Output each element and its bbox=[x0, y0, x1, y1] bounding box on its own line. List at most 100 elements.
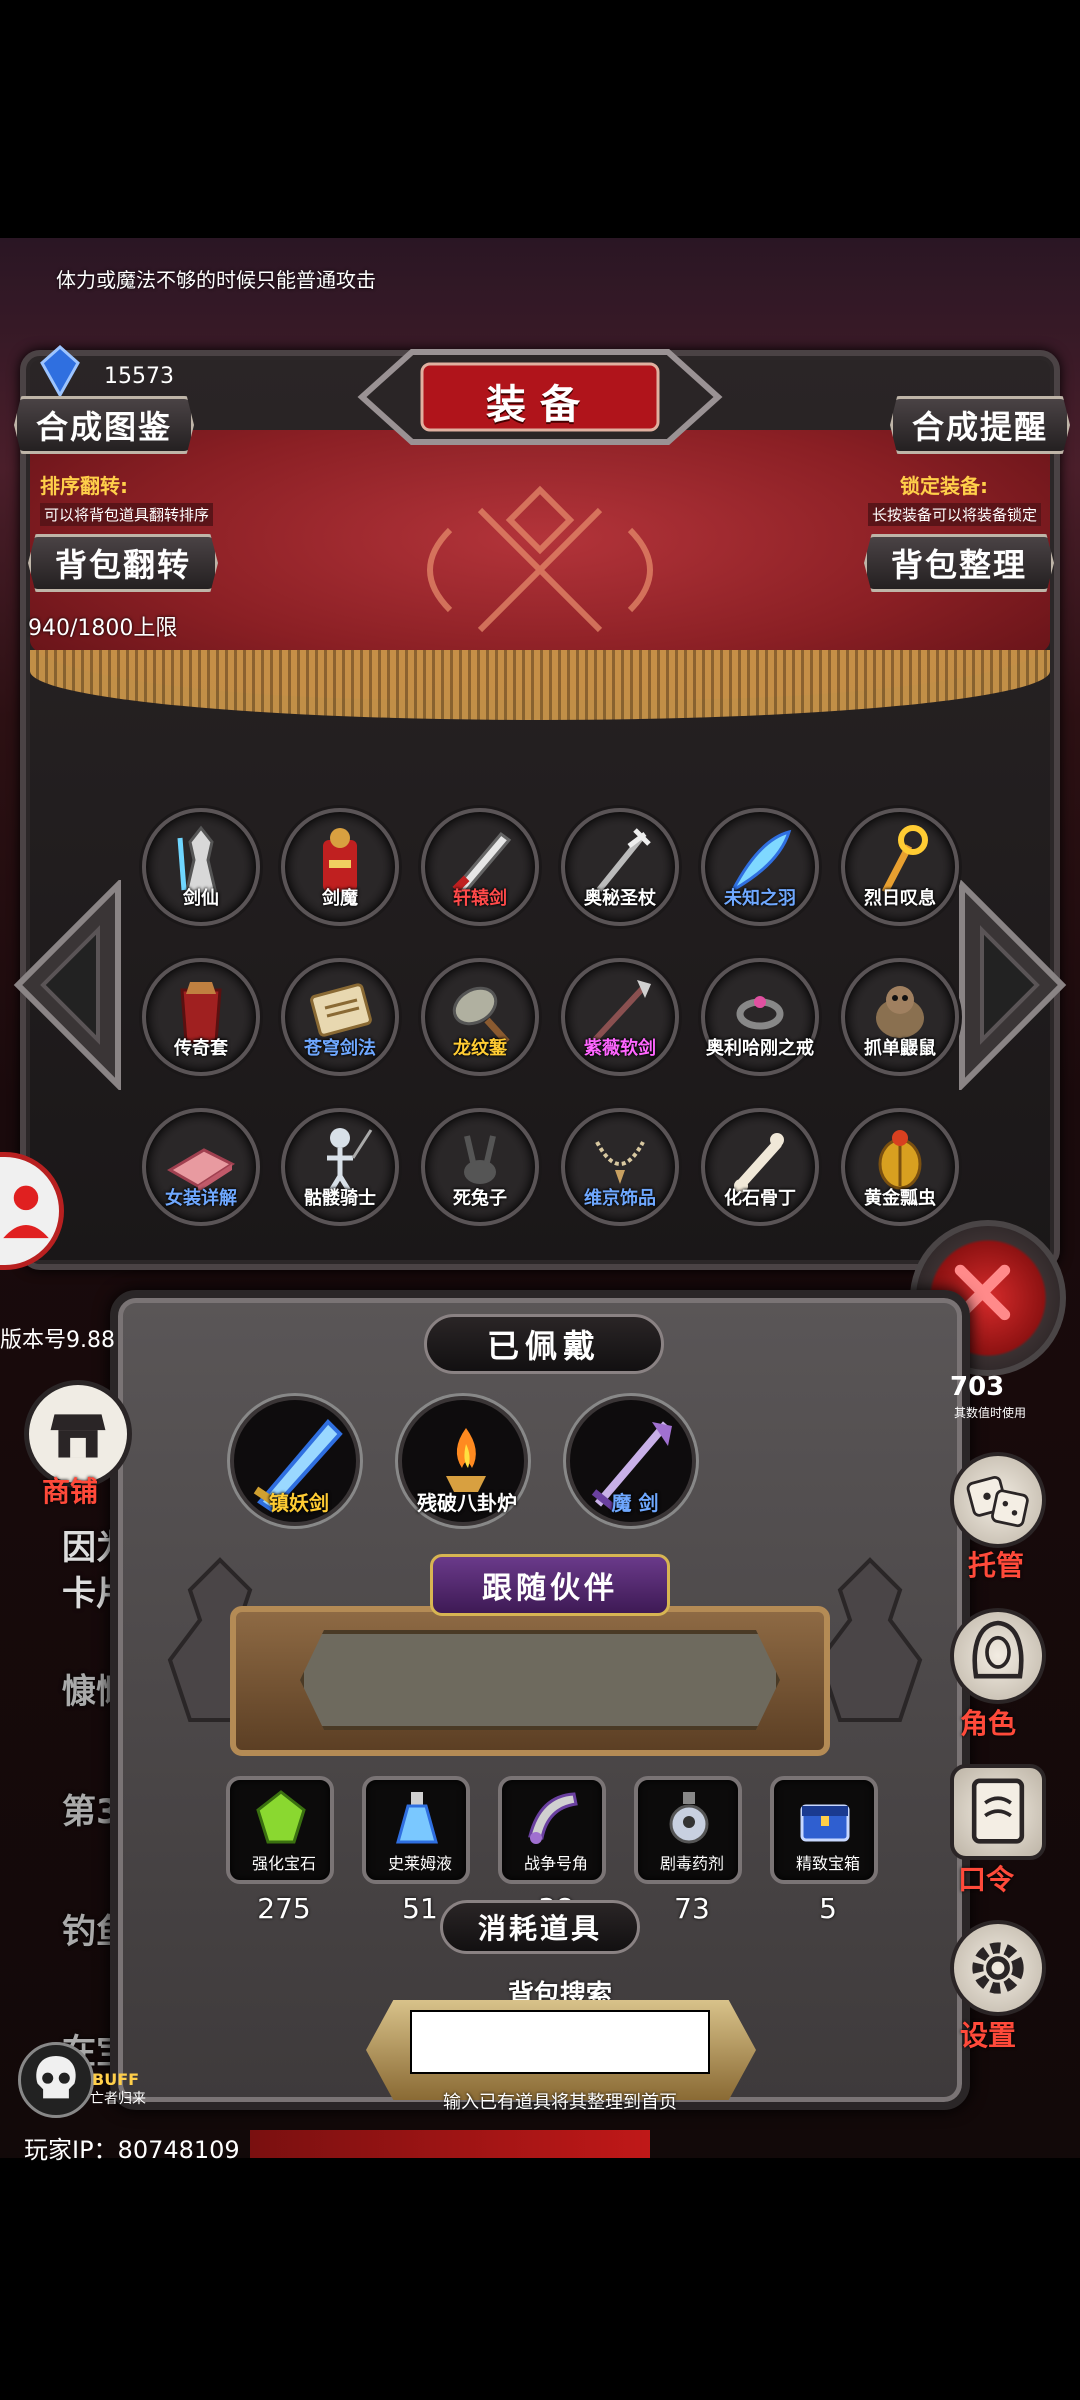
synthesis-reminder-button[interactable]: 合成提醒 bbox=[890, 396, 1070, 454]
item-slot[interactable]: 维京饰品 bbox=[561, 1108, 679, 1226]
equipped-slot[interactable]: 残破八卦炉 bbox=[398, 1396, 528, 1526]
gear-icon bbox=[972, 1942, 1024, 1994]
next-page-arrow-icon[interactable] bbox=[952, 880, 1072, 1090]
item-slot[interactable]: 化石骨丁 bbox=[701, 1108, 819, 1226]
consumable-slot[interactable]: 精致宝箱 5 bbox=[770, 1776, 878, 1925]
item-slot[interactable]: 未知之羽 bbox=[701, 808, 819, 926]
consumable-count: 5 bbox=[819, 1892, 837, 1925]
item-slot[interactable]: 苍穹剑法 bbox=[281, 958, 399, 1076]
item-slot[interactable]: 剑仙 bbox=[142, 808, 260, 926]
page-title: 装备 bbox=[486, 382, 594, 428]
shop-icon bbox=[50, 1414, 106, 1458]
item-name: 骷髅骑士 bbox=[304, 1188, 376, 1209]
item-name: 传奇套 bbox=[174, 1038, 228, 1059]
consumable-slot[interactable]: 剧毒药剂 73 bbox=[634, 1776, 742, 1925]
item-slot[interactable]: 剑魔 bbox=[281, 808, 399, 926]
bag-capacity: 940/1800上限 bbox=[28, 616, 178, 641]
player-ip: 玩家IP：80748109 bbox=[24, 2136, 240, 2164]
version-label: 版本号9.88 bbox=[0, 1328, 115, 1353]
item-slot[interactable]: 女装详解 bbox=[142, 1108, 260, 1226]
crossed-swords-emblem-icon bbox=[427, 485, 653, 633]
equipped-slot[interactable]: 镇妖剑 bbox=[230, 1396, 360, 1526]
ip-bar bbox=[250, 2130, 650, 2158]
consumable-name: 史莱姆液 bbox=[387, 1854, 452, 1873]
item-slot[interactable]: 奥利哈刚之戒 bbox=[701, 958, 819, 1076]
side-number-caption: 其数值时使用 bbox=[954, 1406, 1027, 1420]
poison-icon bbox=[669, 1792, 709, 1844]
side-menu-settings[interactable] bbox=[950, 1920, 1046, 2016]
sort-flip-label: 排序翻转: bbox=[40, 474, 128, 498]
item-name: 轩辕剑 bbox=[453, 888, 507, 909]
item-slot[interactable]: 奥秘圣杖 bbox=[561, 808, 679, 926]
currency-amount: 15573 bbox=[104, 364, 174, 389]
item-slot[interactable]: 烈日叹息 bbox=[841, 808, 959, 926]
consumable-name: 精致宝箱 bbox=[795, 1854, 860, 1873]
item-name: 未知之羽 bbox=[724, 888, 796, 909]
avatar-button[interactable] bbox=[0, 1152, 64, 1270]
item-name: 女装详解 bbox=[165, 1188, 237, 1209]
item-slot[interactable]: 抓单鼹鼠 bbox=[841, 958, 959, 1076]
consumables-title: 消耗道具 bbox=[440, 1900, 640, 1954]
dice-icon bbox=[966, 1475, 1029, 1528]
synthesis-catalog-button[interactable]: 合成图鉴 bbox=[14, 396, 194, 454]
previous-page-arrow-icon[interactable] bbox=[8, 880, 128, 1090]
equipped-slot[interactable]: 魔 剑 bbox=[566, 1396, 696, 1526]
search-hint: 输入已有道具将其整理到首页 bbox=[443, 2092, 677, 2113]
side-menu-hosting-label: 托管 bbox=[968, 1549, 1025, 1582]
skull-icon bbox=[36, 2056, 76, 2099]
green-gem-icon bbox=[256, 1790, 306, 1844]
item-name: 龙纹錾 bbox=[453, 1038, 507, 1059]
item-name: 奥秘圣杖 bbox=[584, 888, 656, 909]
bag-search-input[interactable] bbox=[410, 2010, 710, 2074]
sort-flip-desc: 可以将背包道具翻转排序 bbox=[40, 503, 214, 526]
consumable-slot[interactable]: 史莱姆液 51 bbox=[362, 1776, 470, 1925]
item-name: 剑魔 bbox=[322, 888, 358, 909]
lock-equip-desc: 长按装备可以将装备锁定 bbox=[868, 503, 1042, 526]
equipped-item-name: 魔 剑 bbox=[611, 1491, 659, 1515]
item-slot[interactable]: 紫薇软剑 bbox=[561, 958, 679, 1076]
item-name: 紫薇软剑 bbox=[584, 1038, 656, 1059]
consumable-slot[interactable]: 强化宝石 275 bbox=[226, 1776, 334, 1925]
item-name: 抓单鼹鼠 bbox=[864, 1038, 936, 1059]
buff-button[interactable] bbox=[18, 2042, 94, 2118]
combat-hint-text: 体力或魔法不够的时候只能普通攻击 bbox=[56, 268, 376, 292]
item-slot[interactable]: 轩辕剑 bbox=[421, 808, 539, 926]
item-slot[interactable]: 龙纹錾 bbox=[421, 958, 539, 1076]
buff-sub: 亡者归来 bbox=[90, 2091, 146, 2107]
item-slot[interactable]: 黄金瓢虫 bbox=[841, 1108, 959, 1226]
consumable-name: 战争号角 bbox=[523, 1854, 588, 1873]
companion-slot[interactable] bbox=[300, 1630, 780, 1730]
horn-icon bbox=[528, 1792, 578, 1844]
side-menu-character-label: 角色 bbox=[960, 1707, 1017, 1740]
item-name: 化石骨丁 bbox=[724, 1188, 796, 1209]
item-name: 奥利哈刚之戒 bbox=[706, 1038, 814, 1059]
bag-organize-button[interactable]: 背包整理 bbox=[864, 534, 1054, 592]
blue-crystal-icon bbox=[38, 344, 82, 399]
hooded-figure-icon bbox=[972, 1620, 1024, 1679]
side-menu-character[interactable] bbox=[950, 1608, 1046, 1704]
chest-icon bbox=[800, 1804, 850, 1842]
item-slot[interactable]: 传奇套 bbox=[142, 958, 260, 1076]
equipped-title: 已佩戴 bbox=[424, 1314, 664, 1374]
potion-icon bbox=[396, 1792, 438, 1844]
item-slot[interactable]: 骷髅骑士 bbox=[281, 1108, 399, 1226]
consumable-name: 剧毒药剂 bbox=[659, 1854, 724, 1873]
side-number: 703 bbox=[950, 1372, 1005, 1402]
side-menu-passcode[interactable] bbox=[950, 1764, 1046, 1860]
item-name: 剑仙 bbox=[183, 888, 219, 909]
item-name: 烈日叹息 bbox=[864, 888, 936, 909]
bag-flip-button[interactable]: 背包翻转 bbox=[28, 534, 218, 592]
consumable-slot[interactable]: 战争号角38 bbox=[498, 1776, 606, 1925]
user-icon bbox=[3, 1185, 49, 1239]
equipped-item-name: 残破八卦炉 bbox=[417, 1491, 517, 1515]
consumable-count: 73 bbox=[674, 1892, 710, 1925]
side-menu-settings-label: 设置 bbox=[960, 2019, 1017, 2052]
lock-equip-label: 锁定装备: bbox=[900, 474, 988, 498]
side-menu-hosting[interactable] bbox=[950, 1452, 1046, 1548]
side-menu-passcode-label: 口令 bbox=[958, 1863, 1015, 1896]
companion-title: 跟随伙伴 bbox=[430, 1554, 670, 1616]
item-name: 苍穹剑法 bbox=[304, 1038, 376, 1059]
book-icon bbox=[971, 1778, 1025, 1844]
item-name: 黄金瓢虫 bbox=[864, 1188, 936, 1209]
item-slot[interactable]: 死兔子 bbox=[421, 1108, 539, 1226]
